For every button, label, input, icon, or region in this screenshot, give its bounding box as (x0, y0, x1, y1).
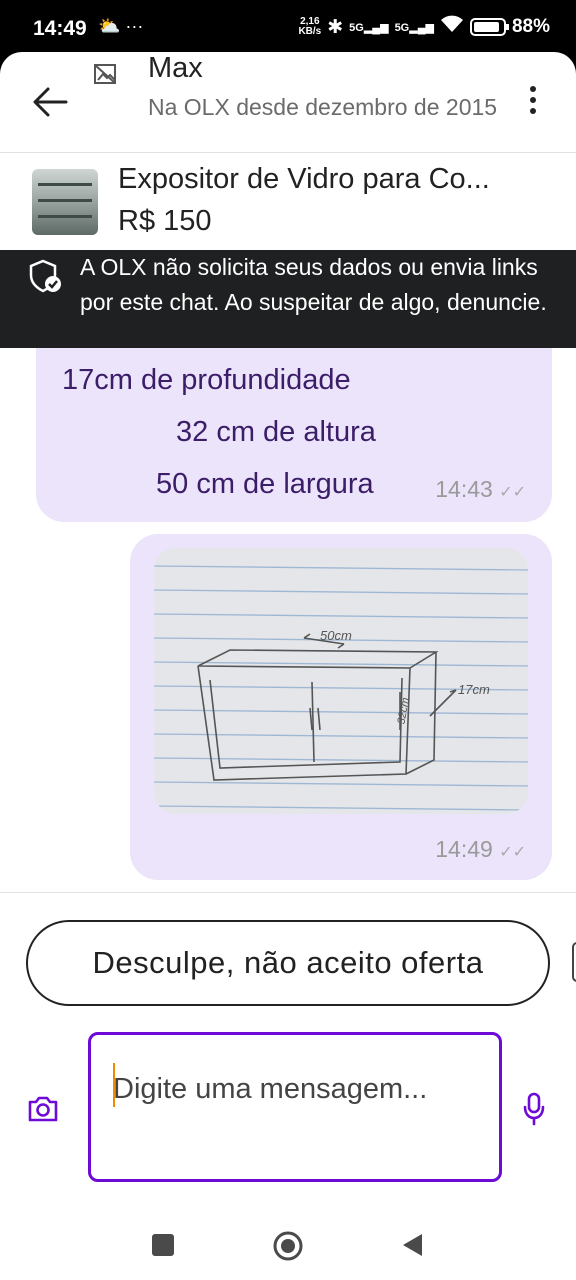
product-title: Expositor de Vidro para Co... (118, 163, 490, 195)
triangle-back-icon (403, 1234, 422, 1256)
sketch-label-width: 50cm (320, 628, 352, 643)
double-check-icon: ✓✓ (499, 484, 526, 501)
status-bar: 14:49 ⛅ ··· 2,16 KB/s ✱ 5G▂▄▆ 5G▂▄▆ 88% (0, 0, 576, 58)
dot-icon (530, 86, 536, 92)
dot-icon (530, 97, 536, 103)
battery-icon (469, 18, 509, 36)
quick-reply-button-next[interactable] (572, 942, 576, 982)
avatar[interactable] (92, 62, 120, 86)
seller-name[interactable]: Max (148, 52, 203, 85)
camera-icon (28, 1096, 58, 1122)
message-line: 50 cm de largura (156, 468, 374, 500)
broken-image-icon (94, 64, 116, 84)
net-speed: 2,16 KB/s (298, 16, 322, 37)
microphone-icon (523, 1092, 545, 1126)
signal-icon: 5G▂▄▆ (349, 21, 389, 34)
divider (0, 892, 576, 893)
more-options-button[interactable] (526, 86, 540, 118)
battery-level: 88% (511, 16, 550, 37)
nav-back-button[interactable] (400, 1232, 424, 1258)
seller-since: Na OLX desde dezembro de 2015 (148, 94, 498, 120)
sketch-label-depth: 17cm (458, 682, 490, 697)
signal-icon-2: 5G▂▄▆ (394, 21, 434, 34)
dot-icon (530, 108, 536, 114)
chat-screen: Max Na OLX desde dezembro de 2015 Exposi… (0, 52, 576, 1280)
message-bubble-image[interactable]: 50cm 17cm 32cm 14:49 ✓✓ (130, 534, 552, 880)
notice-text: A OLX não solicita seus dados ou envia l… (80, 254, 547, 315)
bluetooth-icon: ✱ (327, 16, 344, 38)
system-nav-bar (0, 1216, 576, 1280)
mic-button[interactable] (522, 1092, 546, 1126)
message-time: 14:49 ✓✓ (435, 836, 526, 862)
product-price: R$ 150 (118, 205, 212, 237)
sketch-photo[interactable]: 50cm 17cm 32cm (154, 548, 528, 814)
message-time: 14:43 ✓✓ (435, 476, 526, 502)
message-line: 32 cm de altura (176, 416, 376, 448)
home-button[interactable] (272, 1230, 304, 1262)
message-placeholder: Digite uma mensagem... (113, 1073, 428, 1105)
clock: 14:49 (33, 17, 87, 40)
status-indicators: 2,16 KB/s ✱ 5G▂▄▆ 5G▂▄▆ 88% (298, 15, 550, 39)
product-card[interactable]: Expositor de Vidro para Co... R$ 150 (0, 152, 576, 250)
safety-notice: A OLX não solicita seus dados ou envia l… (0, 250, 576, 348)
quick-reply-button[interactable]: Desculpe, não aceito oferta (26, 920, 550, 1006)
text-caret (113, 1063, 115, 1107)
shield-check-icon (28, 258, 62, 294)
back-button[interactable] (30, 84, 70, 120)
chat-header: Max Na OLX desde dezembro de 2015 (0, 52, 576, 152)
arrow-left-icon (33, 87, 68, 117)
message-input[interactable]: Digite uma mensagem... (88, 1032, 502, 1182)
message-line: 17cm de profundidade (62, 364, 351, 396)
wifi-icon (440, 15, 464, 39)
double-check-icon: ✓✓ (499, 844, 526, 861)
message-bubble[interactable]: 17cm de profundidade 32 cm de altura 50 … (36, 348, 552, 522)
recents-button[interactable] (152, 1234, 174, 1256)
camera-button[interactable] (26, 1094, 60, 1124)
product-thumbnail (32, 169, 98, 235)
notification-icons: ⛅ ··· (98, 16, 144, 36)
